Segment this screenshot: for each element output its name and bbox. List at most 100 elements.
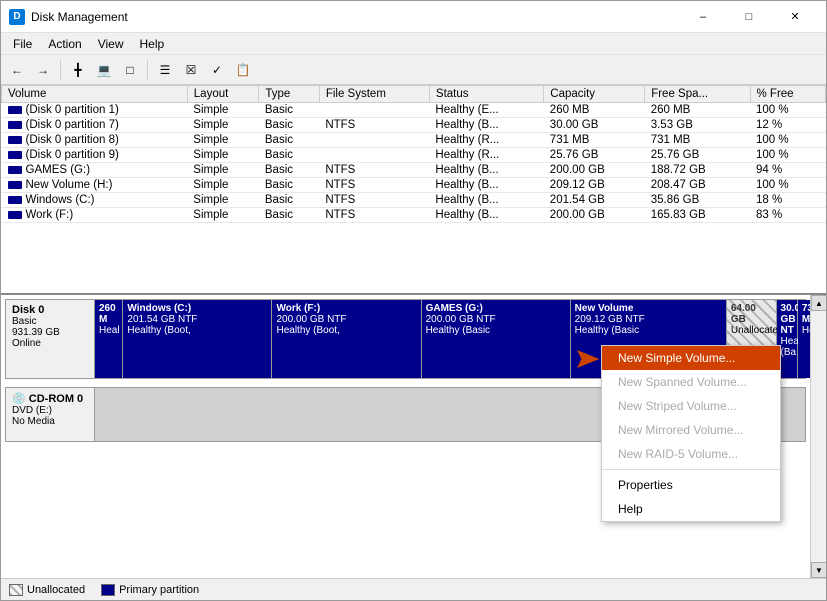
table-cell-0: (Disk 0 partition 1) xyxy=(2,103,188,118)
ctx-item-2: New Striped Volume... xyxy=(602,394,780,418)
legend-primary: Primary partition xyxy=(101,584,199,596)
main-window: D Disk Management – □ ✕ File Action View… xyxy=(0,0,827,601)
table-cell-4: Healthy (E... xyxy=(429,103,543,118)
table-cell-1: Simple xyxy=(187,148,259,163)
table-cell-3: NTFS xyxy=(319,193,429,208)
table-cell-0: New Volume (H:) xyxy=(2,178,188,193)
col-type[interactable]: Type xyxy=(259,86,319,103)
menu-view[interactable]: View xyxy=(90,35,132,53)
toolbar-btn-5[interactable]: ☒ xyxy=(179,59,203,81)
cdrom-label: 💿 CD-ROM 0 DVD (E:) No Media xyxy=(5,387,95,442)
menu-help[interactable]: Help xyxy=(132,35,173,53)
legend-primary-label: Primary partition xyxy=(119,584,199,596)
window-controls: – □ ✕ xyxy=(680,1,818,33)
menu-file[interactable]: File xyxy=(5,35,40,53)
ctx-item-7[interactable]: Help xyxy=(602,497,780,521)
table-cell-4: Healthy (B... xyxy=(429,118,543,133)
partition-3[interactable]: GAMES (G:)200.00 GB NTFHealthy (Basic xyxy=(422,300,571,378)
toolbar: ← → ╋ 💻 □ ☰ ☒ ✓ 📋 xyxy=(1,55,826,85)
table-cell-2: Basic xyxy=(259,193,319,208)
partition-0[interactable]: 260 MHeal xyxy=(95,300,123,378)
table-row[interactable]: Work (F:)SimpleBasicNTFSHealthy (B...200… xyxy=(2,208,826,223)
table-cell-2: Basic xyxy=(259,118,319,133)
table-row[interactable]: Windows (C:)SimpleBasicNTFSHealthy (B...… xyxy=(2,193,826,208)
partition-size-4: 209.12 GB NTF xyxy=(575,314,722,325)
scroll-down-button[interactable]: ▼ xyxy=(811,562,826,578)
table-cell-2: Basic xyxy=(259,178,319,193)
disk0-name: Disk 0 xyxy=(12,304,88,316)
app-icon: D xyxy=(9,9,25,25)
table-cell-6: 165.83 GB xyxy=(645,208,750,223)
close-button[interactable]: ✕ xyxy=(772,1,818,33)
minimize-button[interactable]: – xyxy=(680,1,726,33)
table-cell-0: GAMES (G:) xyxy=(2,163,188,178)
toolbar-btn-6[interactable]: ✓ xyxy=(205,59,229,81)
disk0-type: Basic xyxy=(12,316,88,327)
ctx-item-6[interactable]: Properties xyxy=(602,473,780,497)
col-capacity[interactable]: Capacity xyxy=(544,86,645,103)
table-area: Volume Layout Type File System Status Ca… xyxy=(1,85,826,295)
table-cell-7: 94 % xyxy=(750,163,826,178)
table-cell-0: Work (F:) xyxy=(2,208,188,223)
window-title: Disk Management xyxy=(31,10,680,24)
table-row[interactable]: (Disk 0 partition 7)SimpleBasicNTFSHealt… xyxy=(2,118,826,133)
table-cell-6: 260 MB xyxy=(645,103,750,118)
partition-name-4: New Volume xyxy=(575,303,722,314)
partition-size-2: 200.00 GB NTF xyxy=(276,314,416,325)
toolbar-btn-1[interactable]: ╋ xyxy=(66,59,90,81)
table-row[interactable]: (Disk 0 partition 8)SimpleBasicHealthy (… xyxy=(2,133,826,148)
scroll-up-button[interactable]: ▲ xyxy=(811,295,826,311)
table-cell-7: 100 % xyxy=(750,103,826,118)
table-cell-6: 35.86 GB xyxy=(645,193,750,208)
toolbar-btn-3[interactable]: □ xyxy=(118,59,142,81)
table-row[interactable]: New Volume (H:)SimpleBasicNTFSHealthy (B… xyxy=(2,178,826,193)
table-row[interactable]: (Disk 0 partition 9)SimpleBasicHealthy (… xyxy=(2,148,826,163)
table-cell-1: Simple xyxy=(187,178,259,193)
toolbar-btn-7[interactable]: 📋 xyxy=(231,59,255,81)
legend-unallocated-label: Unallocated xyxy=(27,584,85,596)
back-button[interactable]: ← xyxy=(5,59,29,81)
col-status[interactable]: Status xyxy=(429,86,543,103)
table-cell-5: 260 MB xyxy=(544,103,645,118)
title-bar: D Disk Management – □ ✕ xyxy=(1,1,826,33)
table-cell-5: 201.54 GB xyxy=(544,193,645,208)
table-cell-0: (Disk 0 partition 7) xyxy=(2,118,188,133)
table-cell-7: 100 % xyxy=(750,178,826,193)
col-volume[interactable]: Volume xyxy=(2,86,188,103)
table-cell-3: NTFS xyxy=(319,178,429,193)
table-cell-0: (Disk 0 partition 9) xyxy=(2,148,188,163)
table-row[interactable]: GAMES (G:)SimpleBasicNTFSHealthy (B...20… xyxy=(2,163,826,178)
scrollbar-vertical[interactable]: ▲ ▼ xyxy=(810,295,826,578)
table-cell-5: 209.12 GB xyxy=(544,178,645,193)
col-free[interactable]: Free Spa... xyxy=(645,86,750,103)
ctx-item-0[interactable]: New Simple Volume... xyxy=(602,346,780,370)
partition-size-0: Heal xyxy=(99,325,118,336)
volume-table: Volume Layout Type File System Status Ca… xyxy=(1,85,826,223)
toolbar-btn-2[interactable]: 💻 xyxy=(92,59,116,81)
partition-7[interactable]: 731 MHealth xyxy=(798,300,810,378)
table-cell-4: Healthy (B... xyxy=(429,178,543,193)
table-cell-3 xyxy=(319,148,429,163)
table-cell-6: 3.53 GB xyxy=(645,118,750,133)
forward-button[interactable]: → xyxy=(31,59,55,81)
partition-name-3: GAMES (G:) xyxy=(426,303,566,314)
table-cell-7: 83 % xyxy=(750,208,826,223)
context-menu: New Simple Volume...New Spanned Volume..… xyxy=(601,345,781,522)
menu-action[interactable]: Action xyxy=(40,35,89,53)
ctx-item-3: New Mirrored Volume... xyxy=(602,418,780,442)
table-cell-4: Healthy (B... xyxy=(429,193,543,208)
table-cell-2: Basic xyxy=(259,148,319,163)
col-pct[interactable]: % Free xyxy=(750,86,826,103)
cdrom-type: DVD (E:) xyxy=(12,405,88,416)
table-row[interactable]: (Disk 0 partition 1)SimpleBasicHealthy (… xyxy=(2,103,826,118)
partition-name-6: 30.00 GB NT xyxy=(781,303,793,336)
col-fs[interactable]: File System xyxy=(319,86,429,103)
table-cell-6: 731 MB xyxy=(645,133,750,148)
restore-button[interactable]: □ xyxy=(726,1,772,33)
col-layout[interactable]: Layout xyxy=(187,86,259,103)
scroll-track[interactable] xyxy=(811,311,826,562)
table-cell-1: Simple xyxy=(187,103,259,118)
partition-2[interactable]: Work (F:)200.00 GB NTFHealthy (Boot, xyxy=(272,300,421,378)
toolbar-btn-4[interactable]: ☰ xyxy=(153,59,177,81)
partition-1[interactable]: Windows (C:)201.54 GB NTFHealthy (Boot, xyxy=(123,300,272,378)
